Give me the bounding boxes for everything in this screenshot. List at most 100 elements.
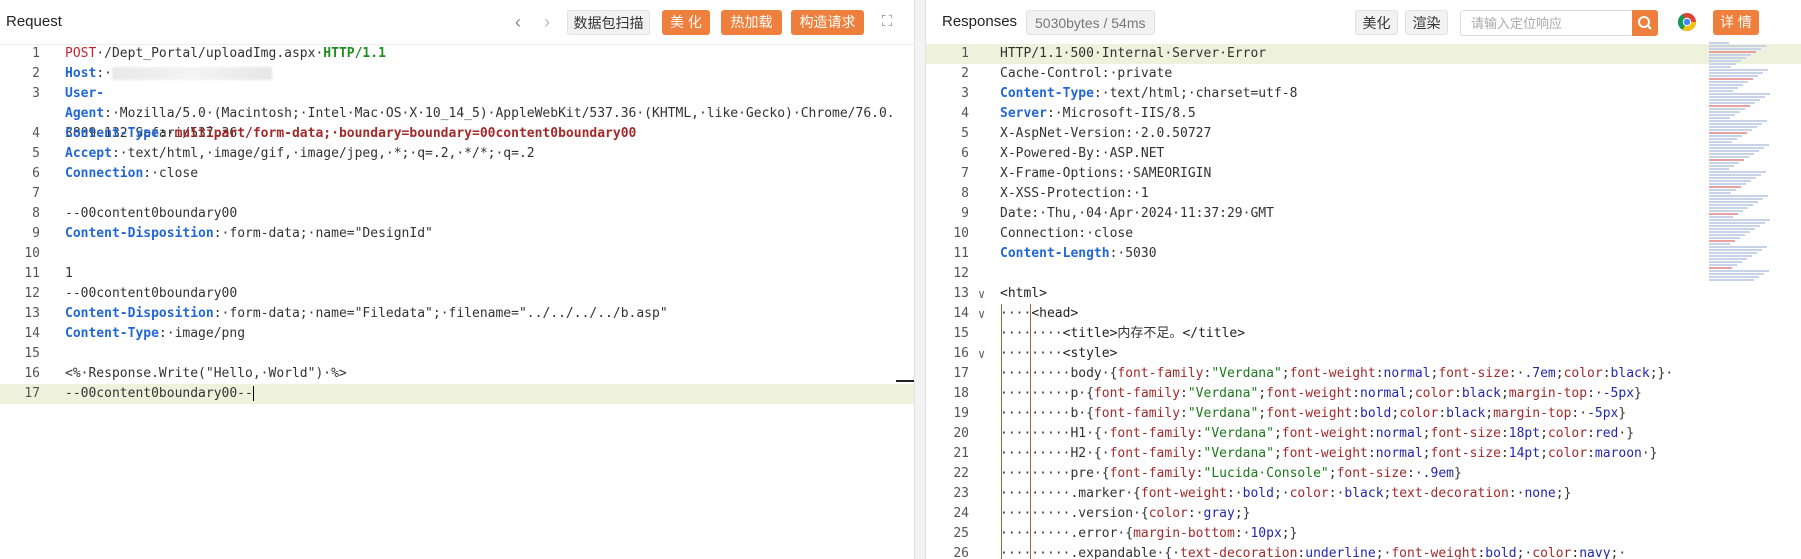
code-line[interactable]: 26 ·········.expandable·{·text-decoration… (926, 544, 1801, 559)
code-line[interactable]: 7 X-Frame-Options:·SAMEORIGIN (926, 164, 1801, 184)
line-number: 20 (953, 426, 969, 441)
code-line[interactable]: 3 Content-Type:·text/html;·charset=utf-8 (926, 84, 1801, 104)
code-line[interactable]: 13 Content-Disposition:·form-data;·name="… (0, 304, 914, 324)
response-size-badge: 5030bytes / 54ms (1026, 10, 1155, 35)
chrome-icon[interactable] (1677, 12, 1697, 35)
hot-load-button[interactable]: 热加载 (721, 10, 782, 35)
code-line[interactable]: 1 HTTP/1.1·500·Internal·Server·Error (926, 44, 1801, 64)
code-line[interactable]: 5 Accept:·text/html,·image/gif,·image/jpe… (0, 144, 914, 164)
request-editor[interactable]: 1 POST·/Dept_Portal/uploadImg.aspx·HTTP/1… (0, 44, 914, 559)
code-line[interactable]: 6 X-Powered-By:·ASP.NET (926, 144, 1801, 164)
code-line[interactable]: 10 Connection:·close (926, 224, 1801, 244)
code-line[interactable]: 4 Content-Type:·multipart/form-data;·boun… (0, 124, 914, 144)
code-line[interactable]: 2 Cache-Control:·private (926, 64, 1801, 84)
code-line[interactable]: 16 ∨ ········<style> (926, 344, 1801, 364)
code-line[interactable]: 11 Content-Length:·5030 (926, 244, 1801, 264)
code-line[interactable]: 7 (0, 184, 914, 204)
panel-divider[interactable] (914, 0, 926, 559)
render-button[interactable]: 渲染 (1405, 10, 1448, 35)
line-number: 17 (953, 366, 969, 381)
responses-panel: Responses 5030bytes / 54ms 美化 渲染 详 情 1 HT… (926, 0, 1801, 559)
minimap-line (1709, 144, 1769, 146)
code-line[interactable]: 12 --00content0boundary00 (0, 284, 914, 304)
minimap-line (1709, 72, 1763, 74)
minimap-line (1709, 180, 1751, 182)
line-text: Host:· (65, 64, 272, 84)
code-line[interactable]: 4 Server:·Microsoft-IIS/8.5 (926, 104, 1801, 124)
code-line[interactable]: 22 ·········pre·{font-family:"Lucida·Cons… (926, 464, 1801, 484)
code-line[interactable]: 13 ∨ <html> (926, 284, 1801, 304)
code-line[interactable]: 17 ·········body·{font-family:"Verdana";f… (926, 364, 1801, 384)
fold-chevron-icon[interactable]: ∨ (978, 304, 985, 324)
code-line[interactable]: 14 ∨ ····<head> (926, 304, 1801, 324)
line-number: 3 (961, 86, 969, 101)
code-line[interactable]: 6 Connection:·close (0, 164, 914, 184)
scroll-marker (896, 380, 914, 382)
line-number: 11 (953, 246, 969, 261)
code-line[interactable]: 17 --00content0boundary00-- (0, 384, 914, 404)
code-line[interactable]: 20 ·········H1·{·font-family:"Verdana";fo… (926, 424, 1801, 444)
minimap-line (1709, 69, 1768, 71)
minimap-line (1709, 255, 1752, 257)
minimap-line (1709, 174, 1761, 176)
line-number: 2 (961, 66, 969, 81)
code-line[interactable]: 21 ·········H2·{·font-family:"Verdana";fo… (926, 444, 1801, 464)
detail-button[interactable]: 详 情 (1713, 10, 1759, 35)
line-number: 5 (32, 146, 40, 161)
code-line[interactable]: 19 ·········b·{font-family:"Verdana";font… (926, 404, 1801, 424)
packet-scan-button[interactable]: 数据包扫描 (567, 10, 650, 35)
line-text: Content-Disposition:·form-data;·name="De… (65, 226, 433, 241)
code-line[interactable]: 18 ·········p·{font-family:"Verdana";font… (926, 384, 1801, 404)
code-line[interactable]: 25 ·········.error·{margin-bottom:·10px;} (926, 524, 1801, 544)
code-line[interactable]: 14 Content-Type:·image/png (0, 324, 914, 344)
beautify-button[interactable]: 美 化 (662, 10, 710, 35)
line-number: 16 (24, 366, 40, 381)
line-text: Accept:·text/html,·image/gif,·image/jpeg… (65, 146, 535, 161)
minimap-line (1709, 123, 1762, 125)
minimap-line (1709, 81, 1748, 83)
build-request-button[interactable]: 构造请求 (791, 10, 864, 35)
fold-chevron-icon[interactable]: ∨ (978, 284, 985, 304)
code-line[interactable]: 8 --00content0boundary00 (0, 204, 914, 224)
code-line[interactable]: 23 ·········.marker·{font-weight:·bold;·c… (926, 484, 1801, 504)
minimap-line (1709, 237, 1740, 239)
code-line[interactable]: 5 X-AspNet-Version:·2.0.50727 (926, 124, 1801, 144)
code-line[interactable]: 8 X-XSS-Protection:·1 (926, 184, 1801, 204)
forward-arrow-icon[interactable]: › (536, 11, 558, 33)
line-number: 26 (953, 546, 969, 559)
fold-chevron-icon[interactable]: ∨ (978, 344, 985, 364)
code-line[interactable]: 11 1 (0, 264, 914, 284)
minimap-line (1709, 66, 1731, 68)
minimap[interactable] (1709, 42, 1771, 318)
minimap-line (1709, 96, 1765, 98)
minimap-line (1709, 279, 1754, 281)
minimap-line (1709, 135, 1742, 137)
line-number: 17 (24, 386, 40, 401)
code-line[interactable]: 12 (926, 264, 1801, 284)
fullscreen-icon[interactable]: ⛶ (876, 11, 898, 33)
minimap-line (1709, 132, 1747, 134)
response-beautify-button[interactable]: 美化 (1355, 10, 1398, 35)
locate-response-input[interactable] (1460, 10, 1632, 36)
line-number: 8 (961, 186, 969, 201)
code-line[interactable]: 15 ········<title>内存不足。</title> (926, 324, 1801, 344)
line-text: 1 (65, 266, 73, 281)
redacted-host (111, 67, 272, 80)
code-line[interactable]: 16 <%·Response.Write("Hello,·World")·%> (0, 364, 914, 384)
code-line[interactable]: 2 Host:· (0, 64, 914, 84)
code-line[interactable]: 3 User-Agent:·Mozilla/5.0·(Macintosh;·Int… (0, 84, 914, 141)
line-text: ·········H2·{·font-family:"Verdana";font… (1000, 446, 1658, 461)
line-text: --00content0boundary00 (65, 286, 238, 301)
search-button[interactable] (1632, 10, 1658, 36)
code-line[interactable]: 9 Date:·Thu,·04·Apr·2024·11:37:29·GMT (926, 204, 1801, 224)
response-editor[interactable]: 1 HTTP/1.1·500·Internal·Server·Error 2 Cach… (926, 44, 1801, 559)
line-number: 13 (953, 286, 969, 301)
code-line[interactable]: 24 ·········.version·{color:·gray;} (926, 504, 1801, 524)
minimap-line (1709, 111, 1740, 113)
back-arrow-icon[interactable]: ‹ (507, 11, 529, 33)
minimap-line (1709, 156, 1749, 158)
code-line[interactable]: 1 POST·/Dept_Portal/uploadImg.aspx·HTTP/1… (0, 44, 914, 64)
code-line[interactable]: 10 (0, 244, 914, 264)
code-line[interactable]: 9 Content-Disposition:·form-data;·name="D… (0, 224, 914, 244)
code-line[interactable]: 15 (0, 344, 914, 364)
